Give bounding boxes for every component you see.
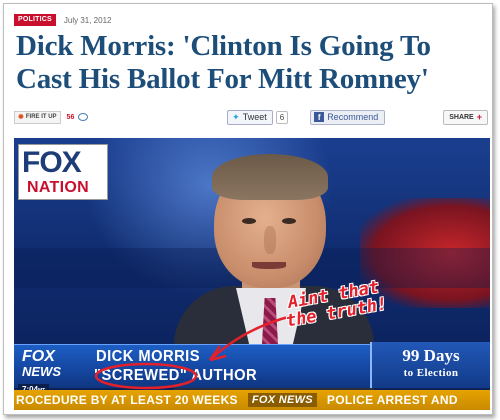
share-button[interactable]: SHARE + xyxy=(443,109,488,125)
video-still[interactable]: FOX NATION FOX NEWS DICK MORRIS "SCREWED… xyxy=(14,138,490,410)
plus-icon: + xyxy=(476,112,482,122)
right-eye xyxy=(282,218,296,224)
countdown-label: to Election xyxy=(403,367,459,379)
logo-fox-text: FOX xyxy=(22,146,82,179)
article-date: July 31, 2012 xyxy=(63,15,112,25)
fox-nation-logo: FOX NATION xyxy=(18,144,108,200)
fire-it-up-label: FIRE IT UP xyxy=(25,113,57,120)
left-eye xyxy=(242,218,256,224)
fire-it-up-button[interactable]: ✹ FIRE IT UP xyxy=(14,110,61,124)
recommend-label: Recommend xyxy=(327,112,379,122)
article-card: POLITICS July 31, 2012 Dick Morris: 'Cli… xyxy=(3,3,493,415)
lower-third-subtitle: "SCREWED" AUTHOR xyxy=(94,367,258,384)
hair xyxy=(212,154,328,200)
ticker-text-left: ROCEDURE BY AT LEAST 20 WEEKS xyxy=(16,393,238,407)
social-bar: ✹ FIRE IT UP 56 ✦ Tweet 6 f Recommend SH… xyxy=(14,106,488,128)
tweet-button[interactable]: ✦ Tweet xyxy=(227,109,273,125)
fire-count: 56 xyxy=(66,113,75,121)
news-ticker: ROCEDURE BY AT LEAST 20 WEEKS FOX NEWS P… xyxy=(14,390,490,410)
bug-news-text: NEWS xyxy=(22,364,61,379)
mouth xyxy=(252,262,286,269)
facebook-recommend-button[interactable]: f Recommend xyxy=(310,109,386,125)
tweet-label: Tweet xyxy=(242,112,267,122)
comment-icon[interactable] xyxy=(78,113,89,121)
logo-nation-text: NATION xyxy=(27,179,89,196)
ticker-logo: FOX NEWS xyxy=(247,393,317,407)
ticker-text-right: POLICE ARREST AND xyxy=(326,393,458,407)
nose xyxy=(264,226,276,254)
share-label: SHARE xyxy=(449,113,474,121)
article-headline: Dick Morris: 'Clinton Is Going To Cast H… xyxy=(16,30,431,95)
fox-news-bug: FOX NEWS xyxy=(18,348,76,382)
article-meta: POLITICS July 31, 2012 xyxy=(14,14,111,26)
countdown-days: 99 Days xyxy=(402,346,460,365)
election-countdown: 99 Days to Election xyxy=(370,342,490,388)
tweet-count: 6 xyxy=(275,110,289,124)
facebook-icon: f xyxy=(314,112,325,122)
category-badge[interactable]: POLITICS xyxy=(14,14,56,26)
lower-third-name: DICK MORRIS xyxy=(96,348,201,365)
flame-icon: ✹ xyxy=(18,113,24,121)
twitter-bird-icon: ✦ xyxy=(232,111,240,122)
